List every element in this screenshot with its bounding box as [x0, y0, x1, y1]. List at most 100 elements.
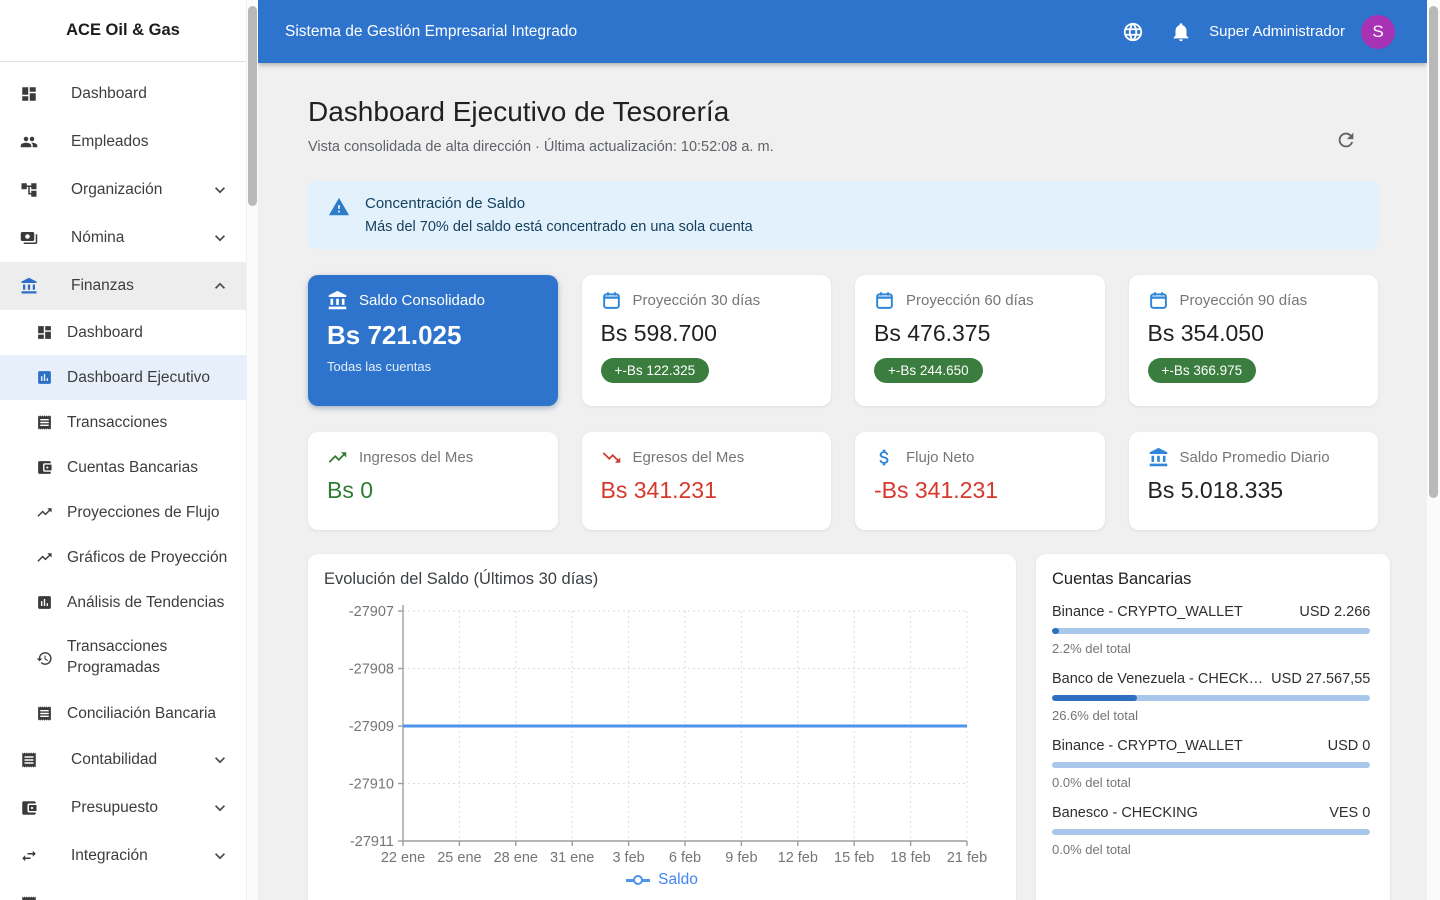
- sidebar-item-label: Proyecciones de Flujo: [67, 504, 220, 522]
- sidebar-item-label: Transacciones Programadas: [67, 637, 167, 679]
- svg-text:-27908: -27908: [349, 662, 394, 678]
- account-progress-bar: [1052, 628, 1370, 634]
- sidebar-item-nomina[interactable]: Nómina: [0, 214, 246, 262]
- history-icon: [36, 650, 53, 667]
- kpi-row-2: Ingresos del Mes Bs 0 Egresos del Mes Bs…: [308, 432, 1378, 530]
- account-progress-bar: [1052, 695, 1370, 701]
- account-balance: USD 2.266: [1299, 604, 1370, 620]
- account-item: Binance - CRYPTO_WALLET USD 2.266 2.2% d…: [1052, 604, 1370, 656]
- bank-icon: [20, 277, 38, 295]
- top-app-bar: Sistema de Gestión Empresarial Integrado…: [258, 0, 1427, 63]
- topbar-actions: Super Administrador S: [1122, 15, 1395, 49]
- kpi-saldo-consolidado: Saldo Consolidado Bs 721.025 Todas las c…: [308, 275, 558, 406]
- account-item: Banco de Venezuela - CHECK… USD 27.567,5…: [1052, 671, 1370, 723]
- account-name: Banco de Venezuela - CHECK…: [1052, 671, 1263, 687]
- bar-chart-icon: [36, 594, 53, 611]
- kpi-proyeccion-30: Proyección 30 días Bs 598.700 +-Bs 122.3…: [582, 275, 832, 406]
- sidebar-item-label: Nómina: [71, 229, 124, 247]
- sidebar-item-organizacion[interactable]: Organización: [0, 166, 246, 214]
- bank-icon: [327, 290, 348, 311]
- user-name: Super Administrador: [1209, 23, 1345, 40]
- sidebar-item-label: Gráficos de Proyección: [67, 549, 227, 567]
- receipt-icon: [36, 705, 53, 722]
- sidebar-item-label: Cuentas Bancarias: [67, 459, 198, 477]
- trending-down-icon: [601, 447, 622, 468]
- warning-icon: [328, 196, 350, 218]
- svg-text:3 feb: 3 feb: [612, 850, 644, 865]
- kpi-saldo-promedio: Saldo Promedio Diario Bs 5.018.335: [1129, 432, 1379, 530]
- kpi-label: Saldo Promedio Diario: [1180, 449, 1330, 466]
- sidebar-subitem-transacciones[interactable]: Transacciones: [0, 400, 246, 445]
- sidebar-item-finanzas[interactable]: Finanzas: [0, 262, 246, 310]
- kpi-label: Saldo Consolidado: [359, 292, 485, 309]
- svg-text:-27907: -27907: [349, 604, 394, 620]
- page-content: Dashboard Ejecutivo de Tesorería Vista c…: [258, 63, 1427, 900]
- sidebar-item-partial[interactable]: [0, 880, 246, 900]
- main-scrollbar[interactable]: [1427, 0, 1440, 900]
- sidebar-subitem-graficos-proyeccion[interactable]: Gráficos de Proyección: [0, 535, 246, 580]
- sidebar-item-label: Finanzas: [71, 277, 134, 295]
- accounts-title: Cuentas Bancarias: [1052, 570, 1370, 589]
- main-scrollbar-thumb[interactable]: [1429, 6, 1438, 498]
- sidebar-item-contabilidad[interactable]: Contabilidad: [0, 736, 246, 784]
- sidebar-subitem-proyecciones-flujo[interactable]: Proyecciones de Flujo: [0, 490, 246, 535]
- refresh-icon[interactable]: [1335, 129, 1357, 151]
- kpi-value: Bs 721.025: [327, 320, 539, 351]
- svg-text:-27909: -27909: [349, 719, 394, 735]
- chart-legend[interactable]: Saldo: [324, 871, 1000, 889]
- balance-evolution-card: Evolución del Saldo (Últimos 30 días) -2…: [308, 554, 1016, 900]
- kpi-badge: +-Bs 122.325: [601, 358, 710, 383]
- kpi-label: Egresos del Mes: [633, 449, 745, 466]
- sidebar-item-presupuesto[interactable]: Presupuesto: [0, 784, 246, 832]
- wallet-icon: [20, 799, 38, 817]
- sidebar-subitem-cuentas-bancarias[interactable]: Cuentas Bancarias: [0, 445, 246, 490]
- sidebar-scrollbar[interactable]: [246, 0, 258, 900]
- kpi-label: Proyección 90 días: [1180, 292, 1308, 309]
- svg-text:15 feb: 15 feb: [834, 850, 874, 865]
- dashboard-icon: [20, 85, 38, 103]
- page-title: Dashboard Ejecutivo de Tesorería: [308, 96, 1378, 128]
- svg-text:21 feb: 21 feb: [947, 850, 987, 865]
- chevron-down-icon: [210, 228, 230, 248]
- kpi-value: -Bs 341.231: [874, 477, 1086, 504]
- account-name: Binance - CRYPTO_WALLET: [1052, 738, 1243, 754]
- sidebar-item-label: Dashboard: [71, 85, 147, 103]
- account-percent: 0.0% del total: [1052, 775, 1370, 790]
- kpi-value: Bs 598.700: [601, 320, 813, 347]
- sidebar-item-integracion[interactable]: Integración: [0, 832, 246, 880]
- sidebar-subitem-transacciones-programadas[interactable]: Transacciones Programadas: [0, 625, 246, 691]
- sidebar-item-label: Dashboard Ejecutivo: [67, 369, 210, 387]
- kpi-value: Bs 354.050: [1148, 320, 1360, 347]
- main-area: Sistema de Gestión Empresarial Integrado…: [258, 0, 1427, 900]
- kpi-badge: +-Bs 244.650: [874, 358, 983, 383]
- sidebar: ACE Oil & Gas Dashboard Empleados Organi…: [0, 0, 246, 900]
- sidebar-item-label: Contabilidad: [71, 751, 157, 769]
- account-balance: USD 0: [1328, 738, 1371, 754]
- sidebar-item-dashboard[interactable]: Dashboard: [0, 70, 246, 118]
- sidebar-scrollbar-thumb[interactable]: [248, 6, 257, 206]
- sidebar-subitem-analisis-tendencias[interactable]: Análisis de Tendencias: [0, 580, 246, 625]
- kpi-value: Bs 476.375: [874, 320, 1086, 347]
- avatar[interactable]: S: [1361, 15, 1395, 49]
- sidebar-item-empleados[interactable]: Empleados: [0, 118, 246, 166]
- kpi-value: Bs 341.231: [601, 477, 813, 504]
- sidebar-item-label: Organización: [71, 181, 162, 199]
- svg-text:12 feb: 12 feb: [778, 850, 818, 865]
- legend-line-marker-icon: [626, 879, 650, 882]
- bell-icon[interactable]: [1170, 21, 1192, 43]
- org-tree-icon: [20, 181, 38, 199]
- globe-icon[interactable]: [1122, 21, 1144, 43]
- account-name: Banesco - CHECKING: [1052, 805, 1198, 821]
- sidebar-subitem-dashboard[interactable]: Dashboard: [0, 310, 246, 355]
- sidebar-subitem-dashboard-ejecutivo[interactable]: Dashboard Ejecutivo: [0, 355, 246, 400]
- kpi-proyeccion-60: Proyección 60 días Bs 476.375 +-Bs 244.6…: [855, 275, 1105, 406]
- dollar-icon: [874, 447, 895, 468]
- sidebar-subitem-conciliacion-bancaria[interactable]: Conciliación Bancaria: [0, 691, 246, 736]
- calendar-icon: [601, 290, 622, 311]
- kpi-caption: Todas las cuentas: [327, 359, 539, 374]
- sidebar-item-label: Presupuesto: [71, 799, 158, 817]
- sidebar-item-label: Conciliación Bancaria: [67, 705, 216, 723]
- balance-line-chart: -27907-27908-27909-27910-2791122 ene25 e…: [324, 595, 1000, 865]
- account-balance: USD 27.567,55: [1271, 671, 1370, 687]
- svg-text:18 feb: 18 feb: [890, 850, 930, 865]
